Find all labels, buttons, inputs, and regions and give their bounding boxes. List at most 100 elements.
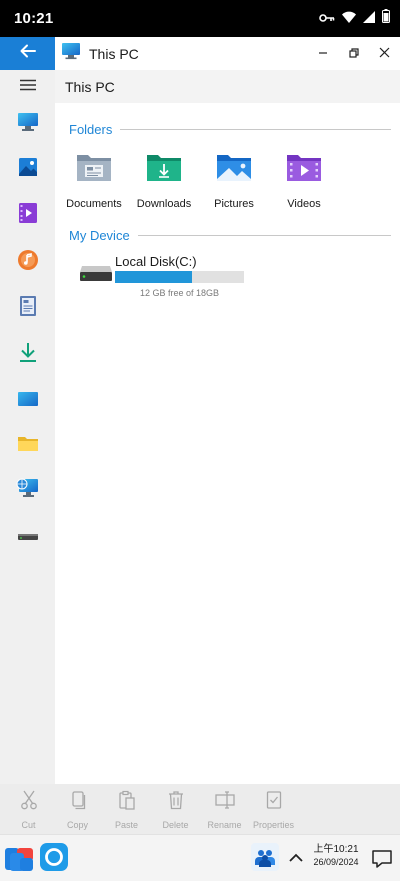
folder-name: Documents [66, 198, 122, 210]
status-bar: 10:21 [0, 0, 400, 37]
desktop-icon [17, 390, 39, 413]
folders-section-header: Folders [69, 122, 391, 137]
main-content: Folders Documents Downloads Pictures Vid… [55, 103, 400, 784]
start-menu-icon [5, 848, 35, 877]
delete-label: Delete [162, 820, 189, 830]
folders-heading: Folders [69, 122, 113, 137]
sidebar-item-folder[interactable] [0, 426, 55, 466]
arrow-left-icon [20, 44, 36, 63]
close-button[interactable] [369, 37, 400, 70]
my-device-heading: My Device [69, 228, 130, 243]
vpn-key-icon [319, 10, 335, 28]
restore-icon [348, 45, 359, 63]
cut-label: Cut [21, 820, 36, 830]
section-divider [120, 129, 391, 130]
delete-button[interactable]: Delete [151, 784, 200, 834]
signal-icon [363, 10, 375, 28]
close-icon [379, 45, 390, 63]
show-hidden-icons-button[interactable] [286, 848, 306, 873]
drive-usage-fill [115, 271, 193, 283]
section-divider [137, 235, 391, 236]
folder-name: Videos [287, 198, 321, 210]
taskbar: 上午10:21 26/09/2024 [0, 834, 400, 881]
music-icon [17, 249, 39, 276]
paste-icon [118, 790, 136, 815]
scissors-icon [20, 790, 38, 815]
folder-name: Downloads [136, 198, 192, 210]
clock-date: 26/09/2024 [313, 857, 359, 867]
search-circle-icon [40, 843, 68, 875]
window-title-bar: This PC [0, 37, 400, 70]
videos-icon [18, 202, 38, 229]
sidebar-item-downloads[interactable] [0, 334, 55, 374]
folder-item-videos[interactable]: Videos [268, 151, 340, 217]
folder-name: Pictures [214, 198, 254, 210]
sidebar-item-documents[interactable] [0, 288, 55, 328]
start-button[interactable] [5, 843, 35, 878]
drive-name: Local Disk(C:) [115, 254, 197, 269]
properties-icon [266, 790, 282, 815]
network-icon [16, 477, 40, 504]
folder-item-pictures[interactable]: Pictures [198, 151, 270, 217]
rename-button[interactable]: Rename [200, 784, 249, 834]
minimize-icon [318, 45, 328, 63]
search-button[interactable] [40, 843, 68, 876]
system-icons [319, 9, 390, 28]
drive-usage-bar [115, 271, 244, 283]
copy-label: Copy [66, 820, 88, 830]
notifications-button[interactable] [371, 848, 393, 875]
sidebar-item-music[interactable] [0, 242, 55, 282]
videos-folder-icon [285, 151, 323, 188]
sidebar-item-videos[interactable] [0, 195, 55, 235]
this-pc-icon [17, 112, 39, 137]
status-time: 10:21 [14, 10, 54, 27]
back-button[interactable] [0, 37, 55, 70]
sidebar-item-desktop[interactable] [0, 381, 55, 421]
folder-icon [17, 435, 39, 458]
documents-folder-icon [75, 151, 113, 188]
notification-speech-icon [371, 850, 393, 874]
drive-icon [17, 529, 39, 547]
rename-icon [214, 790, 235, 815]
properties-button[interactable]: Properties [249, 784, 298, 834]
documents-icon [19, 295, 37, 322]
sidebar-item-pictures[interactable] [0, 149, 55, 189]
sidebar-menu-button[interactable] [0, 67, 55, 107]
trash-icon [168, 790, 184, 815]
minimize-button[interactable] [307, 37, 338, 70]
pictures-folder-icon [215, 151, 253, 188]
window-title: This PC [89, 45, 139, 62]
restore-button[interactable] [338, 37, 369, 70]
rename-label: Rename [207, 820, 242, 830]
wifi-icon [342, 10, 356, 28]
downloads-folder-icon [145, 151, 183, 188]
hamburger-menu-icon [19, 78, 37, 96]
paste-label: Paste [114, 820, 138, 830]
clock-time: 上午10:21 [313, 844, 359, 855]
people-app-button[interactable] [251, 843, 279, 876]
folder-item-documents[interactable]: Documents [58, 151, 130, 217]
people-icon [251, 843, 279, 875]
drive-free-space: 12 GB free of 18GB [139, 288, 220, 298]
address-path: This PC [65, 78, 115, 95]
downloads-icon [18, 341, 38, 368]
folder-item-downloads[interactable]: Downloads [128, 151, 200, 217]
battery-icon [382, 9, 390, 28]
properties-label: Properties [252, 820, 295, 830]
taskbar-clock[interactable]: 上午10:21 26/09/2024 [308, 844, 364, 868]
address-bar[interactable]: This PC [55, 70, 400, 103]
this-pc-title-icon [61, 42, 81, 65]
device-section-header: My Device [69, 228, 391, 243]
copy-icon [70, 790, 86, 815]
sidebar-item-drive[interactable] [0, 518, 55, 558]
action-toolbar: Cut Copy Paste Delete Rename Properties [0, 784, 400, 834]
sidebar [0, 70, 55, 784]
window-controls [307, 37, 400, 70]
sidebar-item-network[interactable] [0, 470, 55, 510]
paste-button[interactable]: Paste [102, 784, 151, 834]
drive-item-local-disk[interactable]: Local Disk(C:) 12 GB free of 18GB [79, 253, 249, 303]
sidebar-item-this-pc[interactable] [0, 104, 55, 144]
chevron-up-icon [286, 853, 306, 872]
cut-button[interactable]: Cut [4, 784, 53, 834]
copy-button[interactable]: Copy [53, 784, 102, 834]
